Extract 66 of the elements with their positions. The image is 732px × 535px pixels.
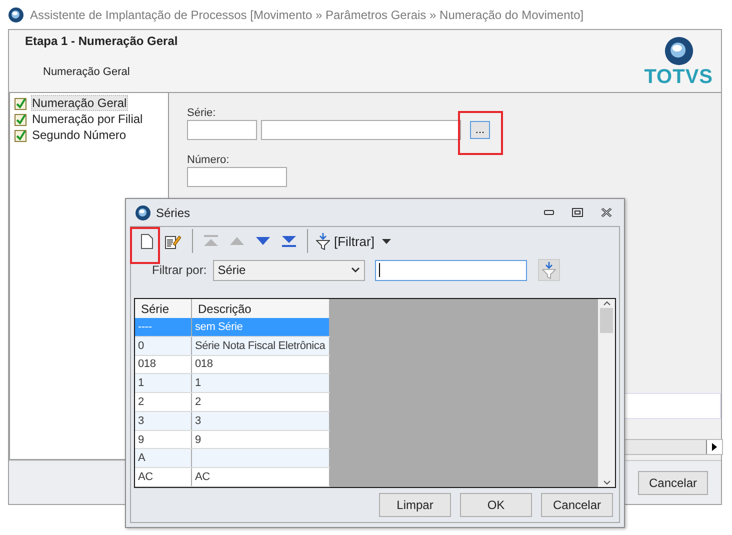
checked-clipboard-icon	[14, 96, 27, 110]
dialog-button[interactable]: Limpar	[379, 493, 451, 517]
table-cell: Série Nota Fiscal Eletrônica	[192, 336, 330, 355]
step-subtitle: Numeração Geral	[43, 66, 131, 78]
filter-field-select[interactable]: Série	[212, 260, 365, 280]
cancel-button[interactable]: Cancelar	[638, 470, 708, 494]
logo-text: TOTVS	[644, 66, 713, 88]
table-cell: sem Série	[192, 318, 330, 336]
highlight-frame	[458, 111, 503, 155]
table-cell: 1	[135, 374, 192, 392]
table-cell: ----	[135, 318, 192, 336]
dialog-button[interactable]: OK	[460, 493, 532, 517]
dialog-title: Séries	[156, 206, 192, 220]
table-cell: 2	[135, 393, 192, 411]
tree-item[interactable]: Numeração por Filial	[31, 111, 144, 127]
input-field[interactable]	[261, 120, 461, 140]
step-title: Etapa 1 - Numeração Geral	[25, 34, 178, 48]
last-record-icon[interactable]	[282, 235, 296, 247]
globe-logo-icon	[8, 6, 24, 22]
table-cell: 018	[135, 356, 192, 374]
table-cell: 018	[192, 356, 330, 374]
globe-logo-icon	[664, 36, 694, 66]
filter-input[interactable]	[374, 260, 527, 280]
new-document-icon[interactable]	[141, 234, 153, 248]
table-cell: 9	[135, 430, 192, 448]
column-header[interactable]: Descrição	[192, 299, 330, 318]
filter-icon	[542, 262, 556, 278]
table-cell: 0	[135, 336, 192, 355]
down-arrow-icon[interactable]	[256, 237, 270, 245]
right-arrow-icon[interactable]	[712, 443, 717, 451]
table-cell: 1	[192, 374, 330, 392]
filter-menu[interactable]: [Filtrar]	[316, 232, 392, 250]
maximize-icon[interactable]	[572, 208, 583, 217]
chevron-icon	[350, 267, 360, 273]
table-cell: 9	[192, 430, 330, 448]
table-cell: 3	[135, 412, 192, 430]
close-icon[interactable]	[601, 208, 612, 217]
input-field[interactable]	[187, 120, 257, 140]
scroll-up-icon[interactable]	[602, 301, 610, 306]
field-label: Série:	[187, 107, 217, 119]
globe-logo-icon	[135, 204, 151, 220]
edit-icon[interactable]	[165, 233, 181, 249]
scroll-down-icon[interactable]	[602, 480, 610, 485]
table-cell: 3	[192, 412, 330, 430]
dialog-button[interactable]: Cancelar	[541, 493, 613, 517]
filter-label: Filtrar por:	[152, 263, 207, 277]
minimize-icon[interactable]	[544, 210, 554, 215]
field-label: Número:	[187, 154, 230, 166]
table-cell: 2	[192, 393, 330, 411]
checked-clipboard-icon	[14, 112, 27, 126]
vertical-scrollbar[interactable]	[598, 299, 615, 487]
window-title: Assistente de Implantação de Processos [Movimento » Parâmetros Gerais » Numeração do Movimento]	[30, 8, 584, 22]
table-cell: AC	[192, 468, 330, 486]
scrollbar-thumb[interactable]	[600, 308, 613, 333]
tree-item[interactable]: Segundo Número	[31, 127, 128, 143]
filter-icon	[316, 232, 330, 250]
apply-filter-button[interactable]	[538, 259, 560, 281]
lookup-button[interactable]: ...	[470, 121, 490, 139]
table-cell: AC	[135, 468, 192, 486]
highlight-frame	[130, 227, 160, 264]
input-field[interactable]	[187, 167, 287, 187]
caret-icon[interactable]	[382, 238, 392, 244]
tree-item[interactable]: Numeração Geral	[31, 95, 128, 111]
checked-clipboard-icon	[14, 128, 27, 142]
table-cell: A	[135, 449, 192, 468]
column-header[interactable]: Série	[135, 299, 192, 318]
